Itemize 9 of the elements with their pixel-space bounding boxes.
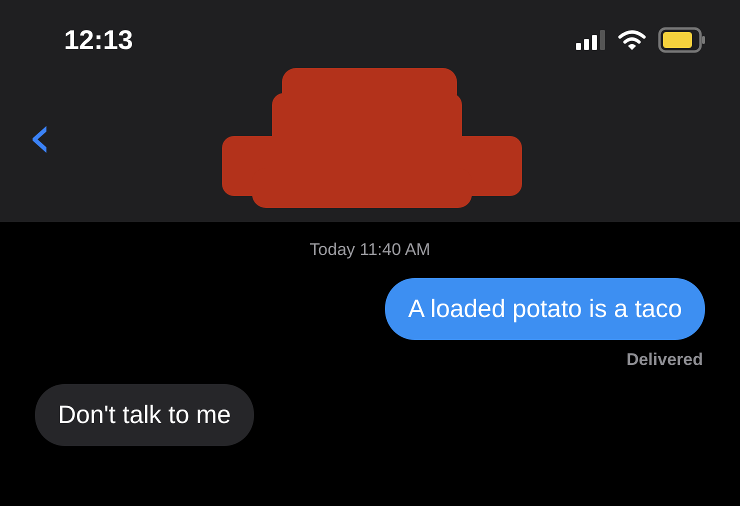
received-message-bubble: Don't talk to me — [35, 384, 254, 446]
back-button[interactable]: ‹ — [28, 117, 52, 165]
delivery-status: Delivered — [626, 350, 703, 370]
sent-message-bubble: A loaded potato is a taco — [385, 278, 705, 340]
message-timestamp: Today 11:40 AM — [310, 240, 430, 260]
wifi-icon — [618, 29, 646, 51]
signal-icon — [576, 30, 606, 50]
battery-icon — [658, 27, 706, 53]
clock-time: 12:13 — [64, 24, 134, 56]
